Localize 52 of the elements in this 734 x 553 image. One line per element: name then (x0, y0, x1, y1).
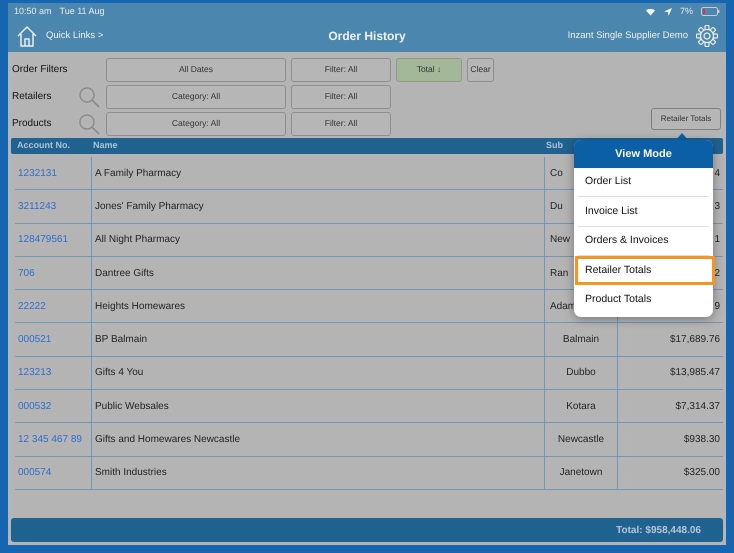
wifi-icon (644, 7, 656, 16)
filter-dropdown[interactable]: All Dates (106, 58, 286, 82)
page-title: Order History (327, 28, 407, 45)
suburb-cell: Kotara (544, 390, 617, 422)
location-icon (664, 8, 672, 16)
name-cell: Dantree Gifts (91, 256, 544, 290)
menu-item[interactable]: Order List (578, 168, 709, 198)
status-time: 10:50 am (14, 4, 52, 18)
clear-button[interactable]: Clear (467, 58, 494, 82)
filter-dropdown[interactable]: Category: All (106, 112, 286, 136)
suburb-cell: Dubbo (544, 356, 617, 390)
total-cell: $325.00 (617, 456, 723, 489)
filter-label: Order Filters (12, 63, 69, 77)
name-cell: Gifts 4 You (91, 356, 544, 390)
filter-dropdown[interactable]: Filter: All (291, 84, 391, 108)
column-header: Account No. (16, 139, 71, 152)
total-cell: $7,314.37 (617, 390, 723, 422)
total-cell: $938.30 (617, 423, 723, 456)
menu-item[interactable]: Retailer Totals (575, 256, 715, 286)
filter-dropdown[interactable]: Category: All (106, 84, 286, 108)
sort-button[interactable]: Total ↓ (396, 58, 462, 82)
menu-item[interactable]: Invoice List (578, 197, 709, 227)
battery-icon (701, 7, 720, 16)
view-mode-button[interactable]: Retailer Totals (651, 108, 721, 130)
quick-links-link[interactable]: Quick Links > (46, 28, 104, 44)
column-header: Sub (545, 139, 564, 152)
settings-icon[interactable] (696, 25, 718, 47)
filter-dropdown[interactable]: Filter: All (291, 112, 391, 136)
suburb-cell: Janetown (544, 456, 617, 489)
home-icon[interactable] (16, 25, 38, 47)
status-date: Tue 11 Aug (60, 4, 105, 18)
name-cell: A Family Pharmacy (91, 157, 544, 190)
battery-percent: 7% (680, 4, 693, 18)
name-cell: Gifts and Homewares Newcastle (91, 423, 544, 456)
total-cell: $17,689.76 (617, 323, 723, 356)
column-header: Name (92, 139, 119, 152)
account-name: Inzant Single Supplier Demo (568, 28, 688, 43)
name-cell: Public Websales (91, 390, 544, 422)
grand-total: Total: $958,448.06 (11, 518, 723, 542)
name-cell: All Night Pharmacy (91, 224, 544, 256)
suburb-cell: Balmain (544, 323, 617, 356)
filter-dropdown[interactable]: Filter: All (291, 58, 391, 82)
name-cell: Smith Industries (91, 456, 544, 489)
name-cell: Jones' Family Pharmacy (91, 190, 544, 223)
popover-title: View Mode (574, 140, 713, 168)
name-cell: Heights Homewares (91, 290, 544, 322)
menu-item[interactable]: Orders & Invoices (578, 226, 709, 256)
suburb-cell: Newcastle (544, 423, 617, 456)
filter-label: Products (12, 117, 52, 131)
filter-label: Retailers (12, 90, 52, 104)
name-cell: BP Balmain (91, 323, 544, 356)
total-cell: $13,985.47 (617, 356, 723, 390)
